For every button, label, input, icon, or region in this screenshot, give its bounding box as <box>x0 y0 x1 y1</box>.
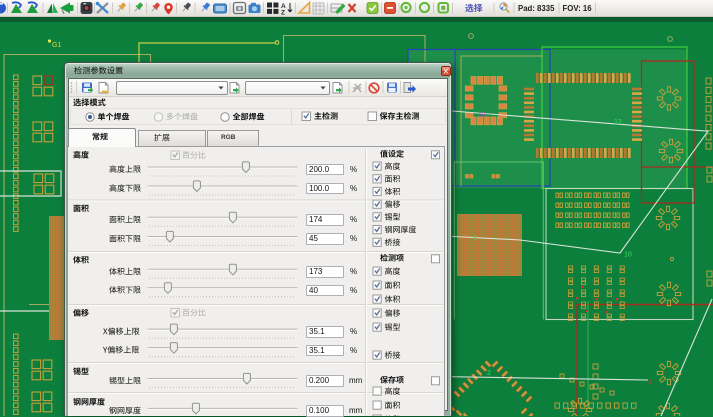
svg-text:12: 12 <box>614 119 622 126</box>
svg-text:G1: G1 <box>52 42 61 49</box>
svg-text:1: 1 <box>648 379 652 386</box>
svg-text:13: 13 <box>478 112 486 119</box>
svg-text:9: 9 <box>473 235 477 242</box>
svg-text:2: 2 <box>487 370 491 377</box>
svg-text:10: 10 <box>624 252 632 259</box>
